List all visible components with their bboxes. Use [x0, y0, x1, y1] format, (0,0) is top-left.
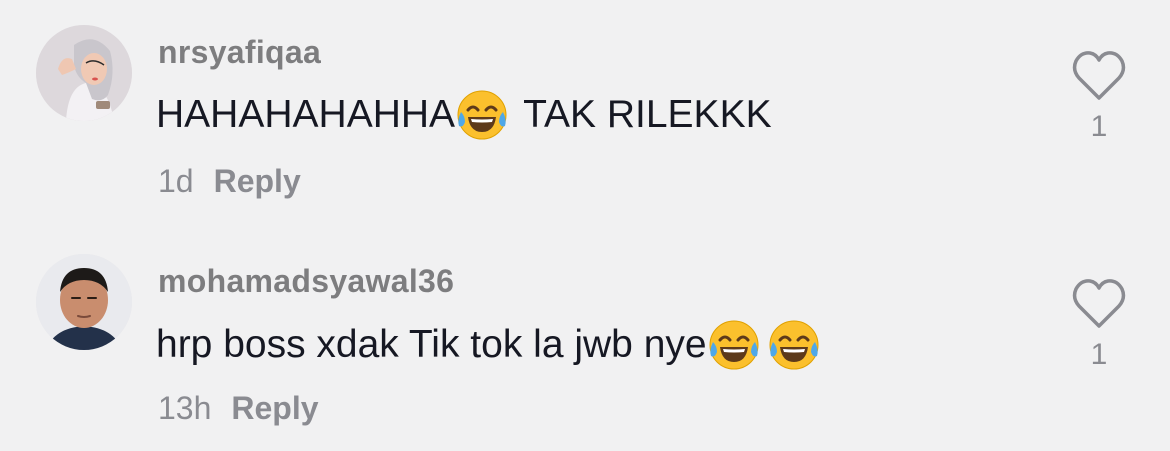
- comment-text-part: HAHAHAHAHHA: [156, 93, 456, 136]
- comment-text: HAHAHAHAHHA TAK RILEKKK: [156, 88, 772, 142]
- comment-item: nrsyafiqaa HAHAHAHAHHA TAK RILEKKK 1d Rep: [0, 0, 1170, 226]
- like-count: 1: [1090, 110, 1108, 143]
- like-button[interactable]: [1070, 48, 1128, 104]
- heart-outline-icon: [1072, 279, 1126, 328]
- comment-timestamp: 1d: [158, 163, 194, 199]
- avatar[interactable]: [36, 25, 132, 121]
- comment-timestamp: 13h: [158, 390, 212, 426]
- comment-text-part: TAK RILEKKK: [523, 93, 772, 136]
- avatar[interactable]: [36, 254, 132, 350]
- reply-button[interactable]: Reply: [214, 163, 301, 199]
- face-with-tears-of-joy-icon: [455, 88, 509, 142]
- face-with-tears-of-joy-icon: [767, 318, 821, 372]
- comment-text: hrp boss xdak Tik tok la jwb nye: [156, 318, 821, 372]
- comment-username[interactable]: mohamadsyawal36: [158, 263, 454, 300]
- heart-outline-icon: [1072, 51, 1126, 100]
- comment-list: nrsyafiqaa HAHAHAHAHHA TAK RILEKKK 1d Rep: [0, 0, 1170, 451]
- comment-meta: 1d Reply: [158, 163, 301, 200]
- reply-button[interactable]: Reply: [231, 390, 318, 426]
- comment-meta: 13h Reply: [158, 390, 319, 427]
- comment-text-part: hrp boss xdak Tik tok la jwb nye: [156, 323, 707, 366]
- face-with-tears-of-joy-icon: [707, 318, 761, 372]
- comment-username[interactable]: nrsyafiqaa: [158, 34, 321, 71]
- like-count: 1: [1090, 338, 1108, 371]
- like-button[interactable]: [1070, 276, 1128, 332]
- comment-item: mohamadsyawal36 hrp boss xdak Tik tok la…: [0, 226, 1170, 451]
